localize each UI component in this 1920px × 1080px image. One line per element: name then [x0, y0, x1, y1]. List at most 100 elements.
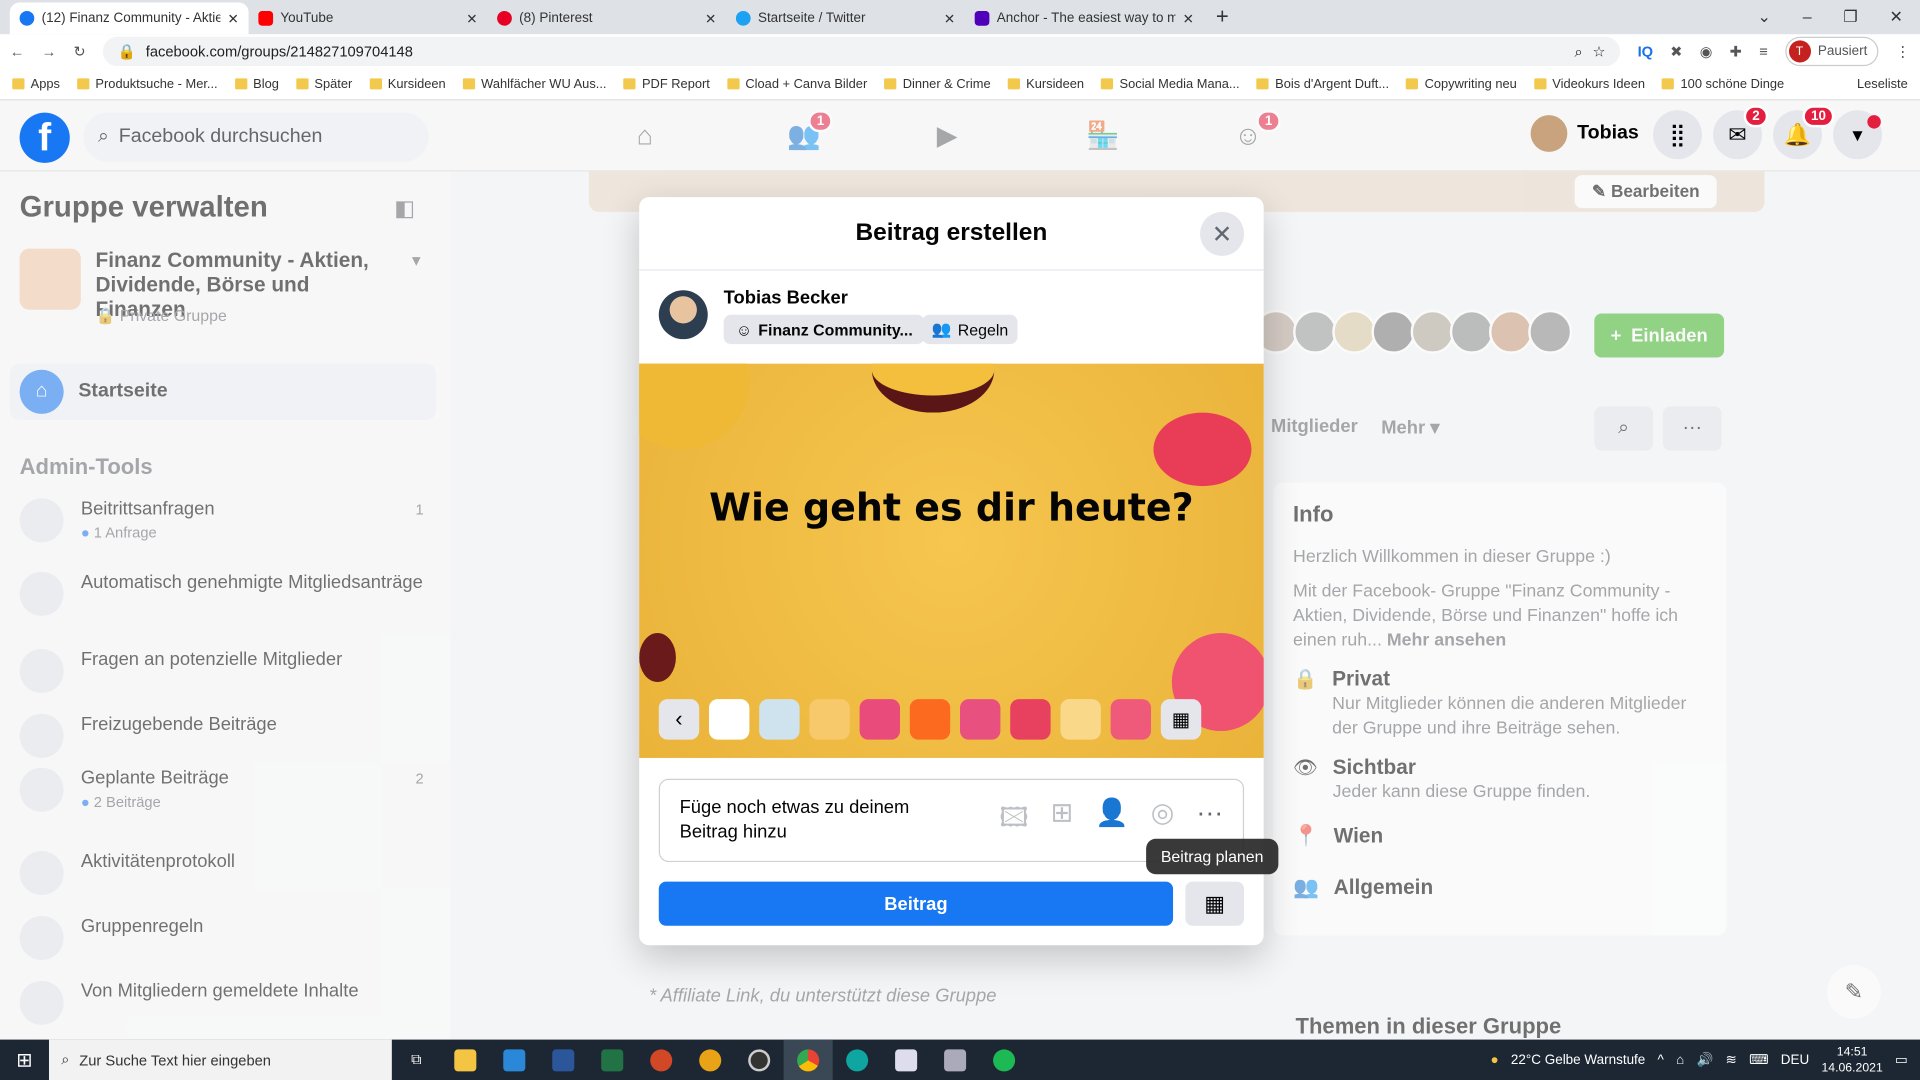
reading-list-button[interactable]: Leseliste [1857, 77, 1908, 92]
close-tab-icon[interactable]: ✕ [227, 10, 238, 27]
media-icon[interactable]: ≡ [1759, 43, 1768, 60]
member-avatar[interactable] [1293, 309, 1338, 354]
edge-icon[interactable] [833, 1040, 882, 1080]
watch-party-icon[interactable]: ◎ [1151, 797, 1175, 844]
language-indicator[interactable]: DEU [1781, 1052, 1809, 1067]
bookmark-star-icon[interactable]: ☆ [1593, 43, 1606, 60]
extension-iq-icon[interactable]: IQ [1638, 43, 1654, 60]
spotify-icon[interactable] [980, 1040, 1029, 1080]
rules-button[interactable]: 👥 Regeln [922, 314, 1019, 345]
menu-icon[interactable]: ⋮ [1896, 43, 1911, 60]
group-cover-thumbnail[interactable] [19, 248, 81, 310]
facebook-logo-icon[interactable]: f [19, 112, 70, 163]
background-swatch[interactable] [809, 699, 850, 740]
member-avatars[interactable] [1253, 309, 1573, 354]
modal-backdrop[interactable]: (12) Finanz Community - Aktien ✕ YouTube ✕… [0, 0, 1920, 1080]
bookmark-item[interactable]: Bois d'Argent Duft... [1256, 77, 1389, 91]
background-swatch[interactable] [759, 699, 800, 740]
new-message-icon[interactable]: ✎ [1826, 964, 1881, 1019]
background-swatch[interactable] [1110, 699, 1152, 740]
close-tab-icon[interactable]: ✕ [466, 10, 477, 27]
bookmark-item[interactable]: Cload + Canva Bilder [727, 77, 867, 91]
bookmark-item[interactable]: Wahlfächer WU Aus... [462, 77, 606, 91]
taskbar-search-input[interactable]: ⌕ Zur Suche Text hier eingeben [48, 1039, 392, 1080]
all-backgrounds-grid-icon[interactable]: ▦ [1160, 699, 1202, 740]
extension-icon[interactable]: ✖ [1670, 43, 1682, 60]
tab-members[interactable]: Mitglieder [1271, 416, 1358, 437]
sidebar-admin-item[interactable]: Automatisch genehmigte Mitgliedsanträge [19, 571, 436, 616]
search-input[interactable]: ⌕ Facebook durchsuchen [83, 112, 429, 162]
browser-tab[interactable]: YouTube ✕ [249, 2, 488, 34]
bookmark-item[interactable]: Blog [234, 77, 279, 91]
background-swatch[interactable] [859, 699, 901, 740]
close-tab-icon[interactable]: ✕ [1183, 10, 1194, 27]
bookmark-item[interactable]: Social Media Mana... [1101, 77, 1240, 91]
browser-tab[interactable]: (8) Pinterest ✕ [487, 2, 726, 34]
post-button[interactable]: Beitrag [658, 881, 1174, 926]
weather-widget[interactable]: 22°C Gelbe Warnstufe [1511, 1052, 1645, 1067]
member-avatar[interactable] [1410, 309, 1455, 354]
keyboard-icon[interactable]: ⌨ [1749, 1052, 1768, 1068]
member-avatar[interactable] [1371, 309, 1416, 354]
tag-people-icon[interactable]: 👤 [1095, 797, 1129, 844]
browser-tab[interactable]: Startseite / Twitter ✕ [726, 2, 965, 34]
marketplace-nav-icon[interactable]: 🏪 [1086, 120, 1120, 152]
sidebar-admin-item[interactable]: Fragen an potenzielle Mitglieder [19, 648, 436, 694]
member-avatar[interactable] [1449, 309, 1494, 354]
post-background-canvas[interactable]: Wie geht es dir heute? ‹ ▦ [639, 363, 1264, 758]
edit-cover-button[interactable]: ✎ Bearbeiten [1574, 175, 1717, 209]
mail-icon[interactable] [490, 1040, 539, 1080]
browser-tab[interactable]: (12) Finanz Community - Aktien ✕ [9, 2, 249, 35]
reload-icon[interactable]: ↻ [73, 43, 85, 60]
obs-icon[interactable] [735, 1040, 784, 1080]
group-search-button[interactable]: ⌕ [1594, 406, 1654, 451]
chrome-icon[interactable] [783, 1039, 833, 1080]
sidebar-admin-item[interactable]: Geplante Beiträge ● 2 Beiträge 2 [19, 767, 436, 812]
sidebar-admin-item[interactable]: Beitrittsanfragen ● 1 Anfrage 1 [19, 498, 436, 543]
close-tab-icon[interactable]: ✕ [705, 10, 716, 27]
watch-nav-icon[interactable]: ▶ [937, 120, 958, 152]
member-avatar[interactable] [1332, 309, 1377, 354]
zoom-icon[interactable]: ⌕ [1575, 42, 1583, 60]
task-view-icon[interactable]: ⧉ [392, 1040, 441, 1080]
bookmark-item[interactable]: PDF Report [623, 77, 710, 91]
profile-button[interactable]: T Pausiert [1784, 36, 1879, 67]
see-more-link[interactable]: Mehr ansehen [1387, 631, 1506, 651]
url-bar[interactable]: 🔒 facebook.com/groups/214827109704148 ⌕ ☆ [102, 36, 1621, 67]
more-options-button[interactable]: ··· [1662, 406, 1722, 451]
sidebar-item-home[interactable]: ⌂ Startseite [9, 363, 436, 421]
tab-search-icon[interactable]: ⌄ [1758, 7, 1771, 27]
network-icon[interactable]: ⌂ [1676, 1052, 1684, 1067]
bookmark-item[interactable]: Videokurs Ideen [1533, 77, 1645, 91]
file-explorer-icon[interactable] [441, 1040, 490, 1080]
minimize-button[interactable]: – [1803, 7, 1812, 27]
home-nav-icon[interactable]: ⌂ [637, 120, 653, 152]
browser-tab[interactable]: Anchor - The easiest way to mak ✕ [965, 2, 1204, 34]
clock[interactable]: 14:51 14.06.2021 [1821, 1044, 1882, 1076]
bookmark-item[interactable]: 100 schöne Dinge [1662, 77, 1784, 91]
collapse-sidebar-icon[interactable]: ◧ [394, 196, 415, 222]
member-avatar[interactable] [1528, 309, 1573, 354]
close-window-button[interactable]: ✕ [1890, 7, 1903, 27]
bookmark-item[interactable]: Copywriting neu [1406, 77, 1517, 91]
notification-center-icon[interactable]: ▭ [1895, 1052, 1908, 1068]
background-swatch[interactable] [1010, 699, 1051, 740]
tray-chevron-icon[interactable]: ^ [1658, 1052, 1664, 1067]
restore-button[interactable]: ❐ [1843, 7, 1857, 27]
volume-icon[interactable]: 🔊 [1697, 1052, 1714, 1068]
close-icon[interactable]: ✕ [1200, 211, 1245, 256]
sidebar-admin-item[interactable]: Gruppenregeln [19, 915, 436, 961]
bookmark-item[interactable]: Produktsuche - Mer... [77, 77, 218, 91]
app-icon[interactable] [882, 1040, 931, 1080]
chevron-down-icon[interactable]: ▼ [409, 252, 424, 269]
back-icon[interactable]: ← [10, 43, 25, 60]
extension-icon[interactable]: ◉ [1700, 43, 1713, 60]
background-swatch[interactable] [708, 699, 750, 740]
sidebar-admin-item[interactable]: Von Mitgliedern gemeldete Inhalte [19, 980, 436, 1025]
bookmark-item[interactable]: Dinner & Crime [884, 77, 991, 91]
profile-link[interactable]: Tobias [1530, 115, 1639, 152]
bookmark-item[interactable]: Apps [12, 77, 60, 91]
word-icon[interactable] [539, 1040, 588, 1080]
member-avatar[interactable] [1488, 309, 1534, 354]
sidebar-admin-item[interactable]: Aktivitätenprotokoll [19, 851, 436, 896]
